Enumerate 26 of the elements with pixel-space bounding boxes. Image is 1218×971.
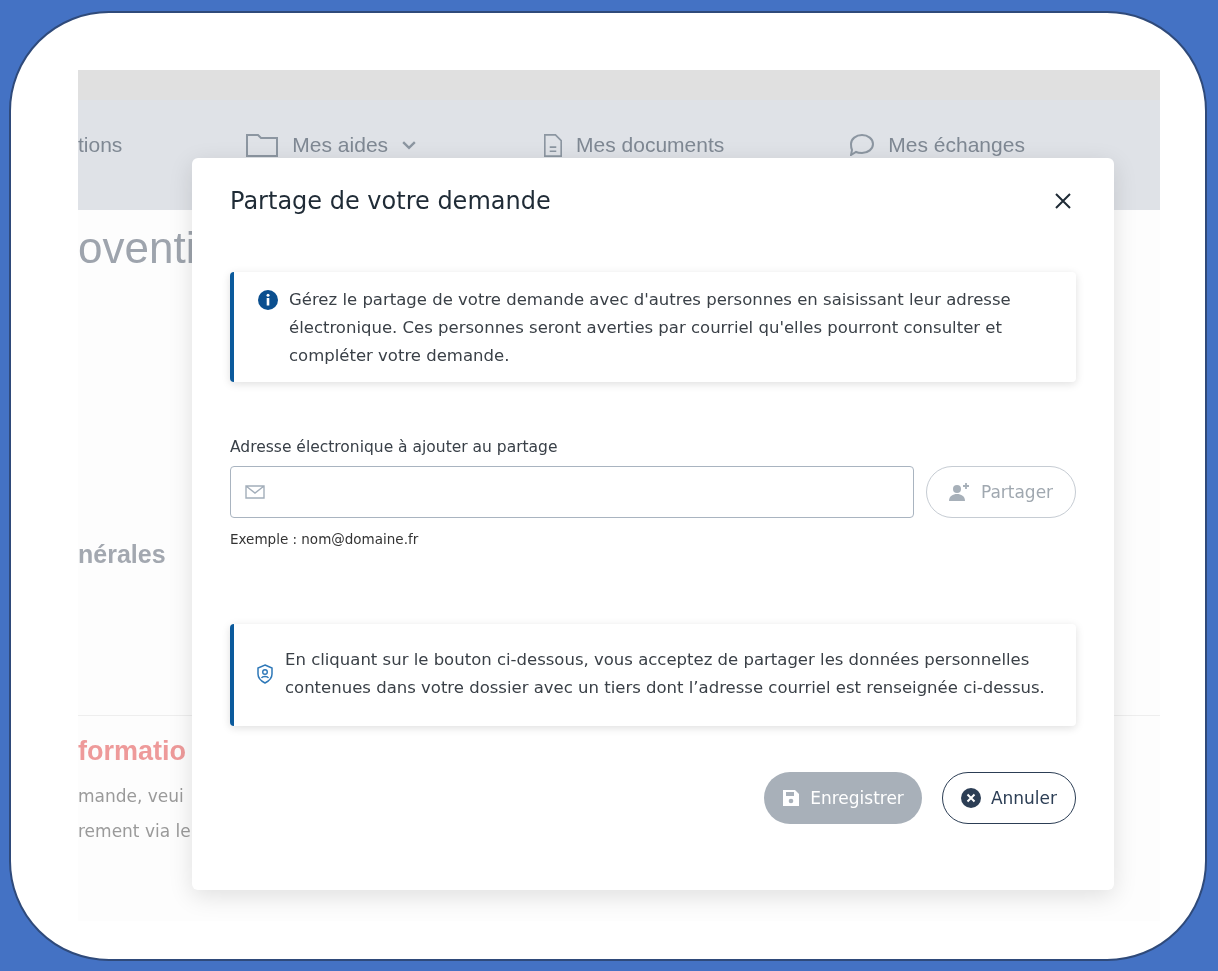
nav-item[interactable]: Mes documents [544,133,725,157]
info-icon [258,290,278,310]
field-label: Adresse électronique à ajouter au partage [230,438,559,456]
close-icon [1054,192,1072,210]
notice-text: Gérez le partage de votre demande avec d'autres personnes en saisissant leur adresse électronique. Ces personnes seront averties par courriel qu'elles pourront consulter et compléter votre demande. [289,289,1012,367]
cancel-button[interactable]: Annuler [941,772,1076,824]
add-user-icon [948,482,971,502]
envelope-icon [245,485,265,499]
document-icon [544,133,563,157]
section-heading: nérales [78,540,166,569]
nav-item[interactable]: tions [78,133,123,157]
alert-heading: formatio [78,736,187,767]
notice-text: En cliquant sur le bouton ci-dessous, vous acceptez de partager les données personnelles contenues dans votre dossier avec un tiers dont l’adresse courriel est renseignée ci-dessus. [285,649,1045,699]
chevron-icon [402,140,417,150]
nav-item[interactable]: Mes aides [246,133,417,157]
close-circle-icon [960,788,981,808]
nav-item[interactable]: Mes échanges [850,133,1025,157]
dialog-title: Partage de votre demande [230,187,551,215]
field-hint: Exemple : nom@domaine.fr [230,531,420,547]
folder-icon [246,133,279,157]
alert-text: rement via le [78,820,191,843]
alert-text: mande, veui [78,785,184,808]
chat-icon [850,134,875,156]
email-input-field[interactable] [230,466,914,518]
page-title: oventi [78,222,197,274]
shield-user-icon [256,664,274,684]
